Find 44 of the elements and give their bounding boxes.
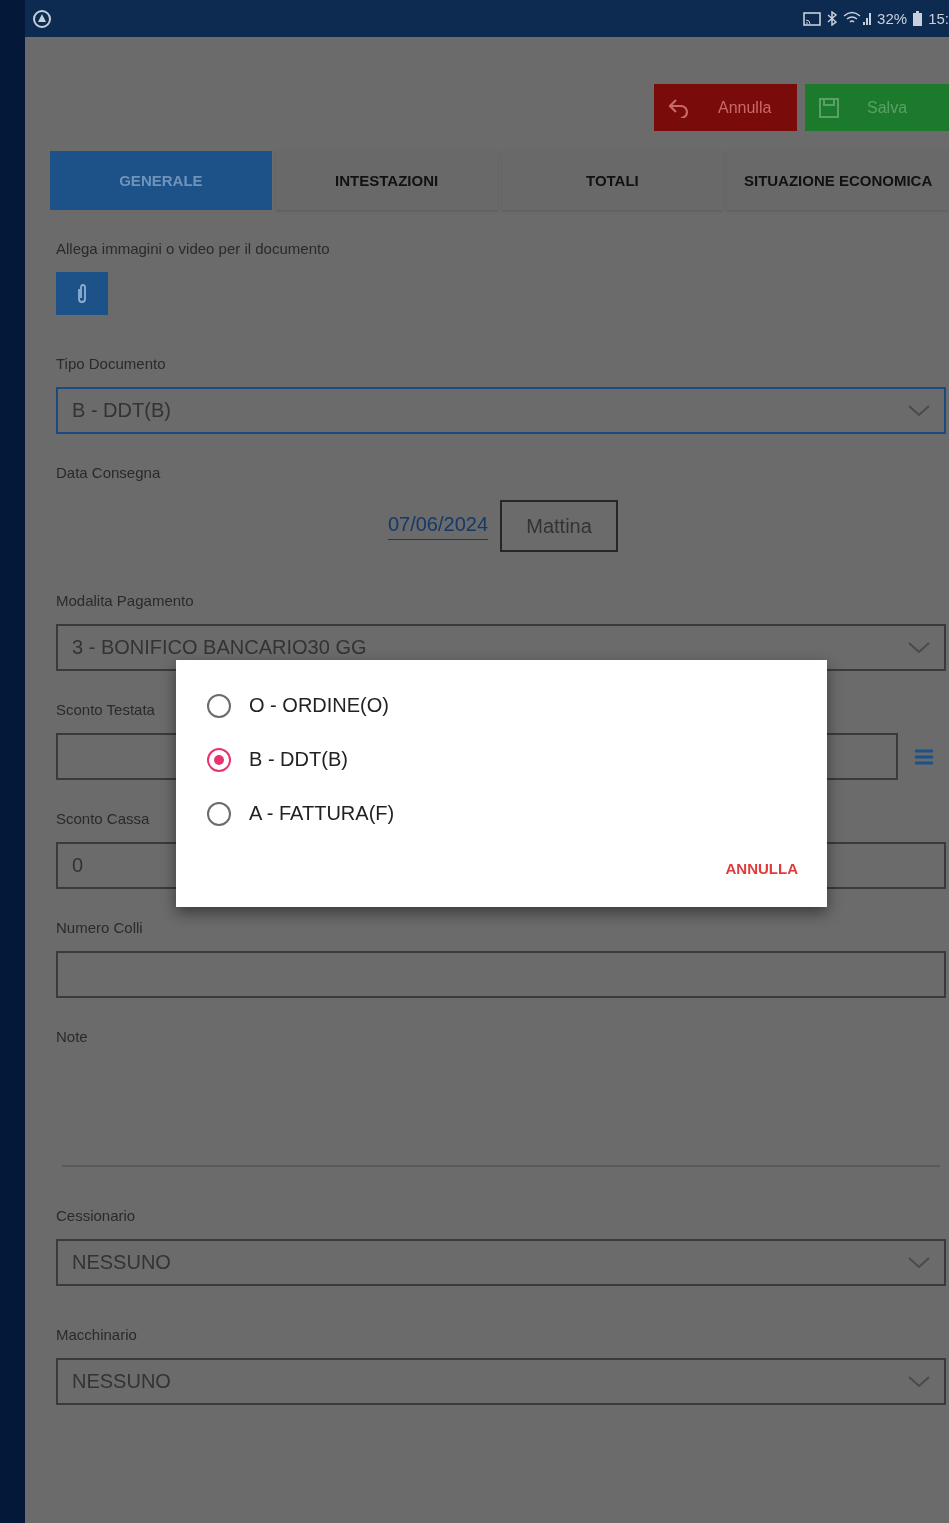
cancel-button[interactable]: Annulla bbox=[654, 84, 797, 131]
clock-time: 15: bbox=[928, 10, 949, 27]
tab[interactable]: INTESTAZIONI bbox=[275, 151, 498, 210]
time-slot-button[interactable]: Mattina bbox=[500, 500, 619, 552]
radio-button[interactable] bbox=[207, 801, 231, 826]
field-label: Modalita Pagamento bbox=[56, 592, 194, 611]
tab[interactable]: GENERALE bbox=[50, 151, 272, 210]
select-field[interactable]: NESSUNO bbox=[56, 1239, 946, 1286]
save-button[interactable]: Salva bbox=[805, 84, 949, 131]
tab[interactable]: TOTALI bbox=[501, 151, 724, 210]
field-label: Tipo Documento bbox=[56, 355, 166, 374]
battery-percent: 32% bbox=[877, 10, 908, 27]
radio-option[interactable]: B - DDT(B) bbox=[205, 731, 798, 788]
field-label: Macchinario bbox=[56, 1326, 137, 1345]
field-label: Sconto Testata bbox=[56, 701, 155, 720]
chevron-down-icon bbox=[908, 1256, 930, 1269]
input-field[interactable] bbox=[56, 951, 946, 998]
cast-icon bbox=[803, 11, 822, 26]
battery-icon bbox=[913, 11, 923, 26]
radio-button[interactable] bbox=[207, 693, 231, 718]
attachment-label: Allega immagini o video per il documento bbox=[56, 240, 330, 259]
undo-arrow-icon bbox=[668, 97, 690, 118]
field-label: Numero Colli bbox=[56, 919, 143, 938]
field-label: Note bbox=[56, 1028, 88, 1047]
tab[interactable]: SITUAZIONE ECONOMICA bbox=[727, 151, 949, 210]
field-label: Sconto Cassa bbox=[56, 810, 150, 829]
radio-button[interactable] bbox=[207, 747, 231, 772]
save-icon bbox=[819, 97, 839, 118]
radio-option[interactable]: A - FATTURA(F) bbox=[205, 785, 798, 842]
app-logo-icon bbox=[33, 9, 51, 28]
chevron-down-icon bbox=[908, 641, 930, 654]
chevron-down-icon bbox=[908, 404, 930, 417]
date-link[interactable]: 07/06/2024 bbox=[387, 512, 489, 540]
dialog-cancel-button[interactable]: ANNULLA bbox=[725, 856, 798, 881]
paperclip-icon bbox=[76, 282, 88, 305]
wifi-signal-icon bbox=[843, 11, 872, 26]
field-label: Data Consegna bbox=[56, 464, 161, 483]
chevron-down-icon bbox=[908, 1375, 930, 1388]
field-label: Cessionario bbox=[56, 1207, 136, 1226]
radio-option[interactable]: O - ORDINE(O) bbox=[205, 677, 798, 734]
select-field[interactable]: NESSUNO bbox=[56, 1358, 946, 1405]
select-field[interactable]: B - DDT(B) bbox=[56, 387, 946, 434]
attach-button[interactable] bbox=[56, 272, 108, 315]
bluetooth-icon bbox=[827, 11, 838, 26]
